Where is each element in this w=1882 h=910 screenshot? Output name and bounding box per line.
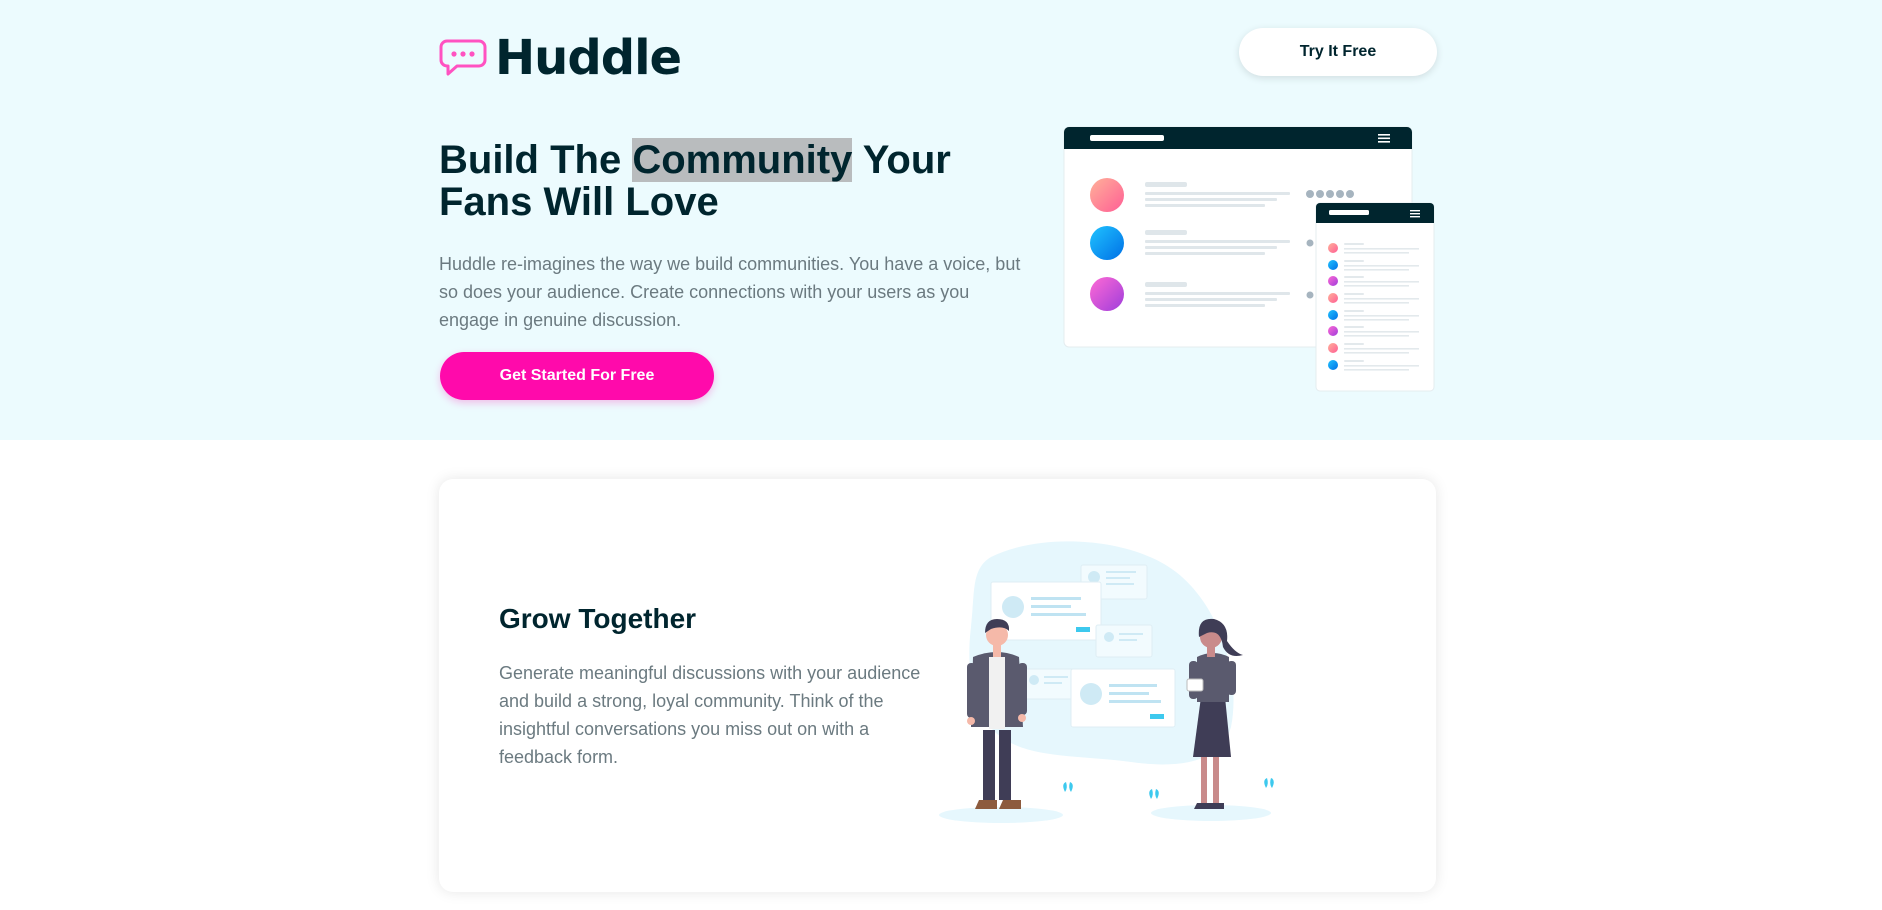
hero-section: Huddle Try It Free Build The Community Y… xyxy=(0,0,1882,440)
headline-part-1: Build The xyxy=(439,138,633,182)
get-started-button[interactable]: Get Started For Free xyxy=(440,352,714,400)
people-conversation-illustration xyxy=(939,541,1274,823)
chat-bubble-icon xyxy=(439,39,487,76)
app-mockup-image xyxy=(1063,126,1435,392)
feature-title: Grow Together xyxy=(499,603,697,634)
logo[interactable]: Huddle xyxy=(439,30,682,86)
feature-card: Grow Together Generate meaningful discus… xyxy=(439,479,1436,892)
feature-description: Generate meaningful discussions with you… xyxy=(499,663,921,767)
headline-highlight: Community xyxy=(632,138,853,182)
try-it-free-button[interactable]: Try It Free xyxy=(1239,28,1437,76)
hero-description: Huddle re-imagines the way we build comm… xyxy=(439,254,1021,330)
hero-headline: Build The Community Your Fans Will Love xyxy=(439,138,1039,223)
brand-name: Huddle xyxy=(495,30,682,86)
